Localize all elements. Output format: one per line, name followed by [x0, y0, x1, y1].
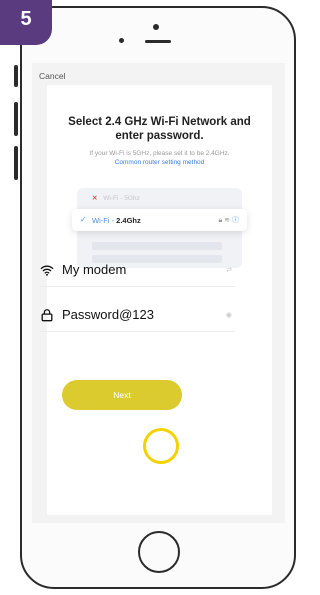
hint-text: If your Wi-Fi is 5GHz, please set it to … — [47, 149, 272, 167]
wifi-24ghz-label: Wi-Fi - 2.4Ghz — [92, 216, 141, 225]
title-line-2: enter password. — [115, 130, 204, 142]
router-method-link[interactable]: Common router setting method — [47, 158, 272, 167]
lock-small-icon: 🔒︎ — [218, 217, 223, 224]
row-status-icons: 🔒︎ ≋ ⓘ — [218, 215, 239, 225]
volume-down-button — [14, 146, 18, 180]
next-button[interactable]: Next — [62, 380, 182, 410]
password-value: Password@123 — [62, 307, 154, 322]
wifi-5ghz-label: Wi-Fi - 5Ghz — [103, 195, 140, 202]
earpiece-speaker — [145, 40, 171, 43]
network-field[interactable]: My modem ⇄ — [40, 258, 242, 284]
volume-up-button — [14, 102, 18, 136]
page-title: Select 2.4 GHz Wi-Fi Network and enter p… — [47, 115, 272, 143]
divider — [40, 331, 235, 332]
password-field[interactable]: Password@123 ◉ — [40, 303, 242, 329]
swap-icon[interactable]: ⇄ — [226, 266, 232, 274]
divider — [40, 286, 235, 287]
wifi-5ghz-row: ✕ Wi-Fi - 5Ghz — [92, 194, 222, 202]
title-line-1: Select 2.4 GHz Wi-Fi Network and — [68, 116, 251, 128]
placeholder-row — [92, 242, 222, 250]
hint-line: If your Wi-Fi is 5GHz, please set it to … — [89, 150, 230, 157]
front-camera — [119, 38, 124, 43]
mute-switch — [14, 65, 18, 87]
wifi-small-icon: ≋ — [224, 217, 231, 224]
wifi-icon — [40, 265, 54, 276]
proximity-sensor — [153, 24, 159, 30]
check-icon: ✓ — [80, 215, 87, 224]
cancel-button[interactable]: Cancel — [39, 71, 65, 81]
info-icon: ⓘ — [232, 217, 239, 224]
wifi-24ghz-prefix: Wi-Fi - — [92, 216, 117, 225]
step-badge: 5 — [0, 0, 52, 45]
eye-icon[interactable]: ◉ — [226, 311, 232, 319]
cross-icon: ✕ — [92, 195, 98, 202]
network-name: My modem — [62, 262, 127, 277]
wifi-24ghz-band: 2.4Ghz — [116, 216, 141, 225]
lock-icon — [41, 309, 53, 322]
tap-highlight-ring — [143, 428, 179, 464]
home-button — [138, 531, 180, 573]
wifi-24ghz-row: ✓ Wi-Fi - 2.4Ghz 🔒︎ ≋ ⓘ — [72, 209, 247, 231]
